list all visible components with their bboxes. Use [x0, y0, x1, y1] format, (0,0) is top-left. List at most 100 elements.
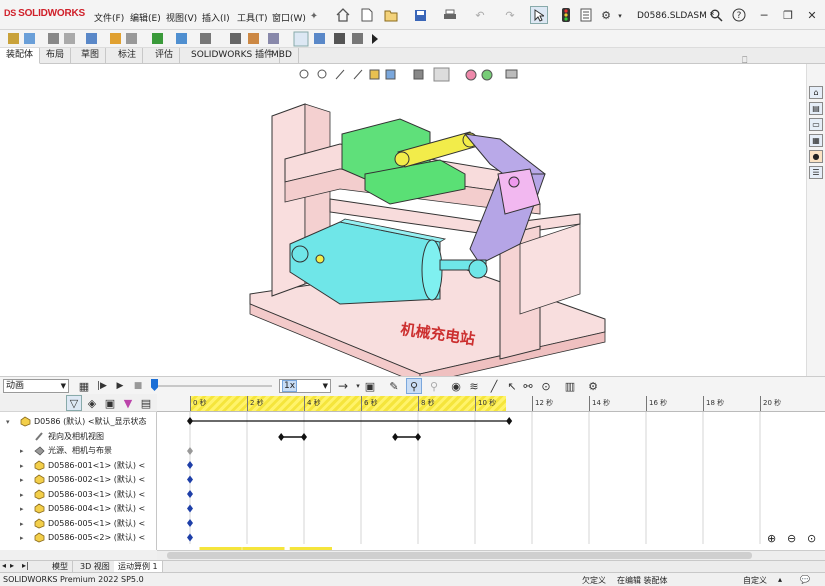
minimize-icon[interactable]: ─	[756, 7, 772, 23]
study-type-select[interactable]: 动画 ▼	[3, 379, 69, 393]
file-explorer-icon[interactable]: ▭	[809, 118, 823, 131]
appearances-icon[interactable]: ●	[809, 150, 823, 163]
spring-icon[interactable]: ≋	[466, 378, 482, 394]
filter-animated-icon[interactable]: ▽	[66, 395, 82, 411]
time-key[interactable]	[187, 417, 193, 425]
graphics-viewport[interactable]: ⎕ 机械充电站	[0, 56, 806, 376]
component-key[interactable]	[187, 475, 193, 484]
tab-scroll-right-icon[interactable]: ▸	[10, 561, 14, 570]
close-icon[interactable]: ✕	[804, 7, 820, 23]
chevron-up-icon[interactable]: ▴	[778, 575, 782, 584]
units-status[interactable]: 自定义	[743, 575, 767, 586]
new-document-icon[interactable]	[359, 7, 375, 23]
toolbar-icon-row[interactable]	[8, 31, 378, 47]
play-from-start-icon[interactable]: |▶	[94, 378, 110, 394]
add-key-icon[interactable]: ⚲	[426, 378, 442, 394]
motor-icon[interactable]: ◉	[448, 378, 464, 394]
tab-scroll-end-icon[interactable]: ▸|	[22, 561, 29, 570]
results-plot-icon[interactable]: ▥	[562, 378, 578, 394]
animation-wizard-icon[interactable]: ✎	[386, 378, 402, 394]
tree-expand-icon[interactable]: ▸	[20, 444, 24, 458]
timeline-tracks[interactable]	[157, 394, 825, 550]
tree-expand-icon[interactable]: ▸	[20, 502, 24, 516]
stop-icon[interactable]: ■	[130, 378, 146, 394]
tab-mbd[interactable]: MBD	[265, 48, 299, 64]
menu-view[interactable]: 视图(V)	[166, 11, 197, 24]
tree-item[interactable]: ▸ D0586-003<1> (默认) <	[0, 488, 157, 502]
resources-home-icon[interactable]: ⌂	[809, 86, 823, 99]
save-animation-icon[interactable]: ▣	[362, 378, 378, 394]
tree-item[interactable]: 视向及相机视图	[0, 430, 157, 444]
zoom-in-icon[interactable]: ⊕	[767, 532, 776, 545]
zoom-to-fit-icon[interactable]: ⊙	[807, 532, 816, 545]
tree-item[interactable]: ▸ D0586-004<1> (默认) <	[0, 502, 157, 516]
tree-item[interactable]: ▸ 光源、相机与布景	[0, 444, 157, 458]
menu-file[interactable]: 文件(F)	[94, 11, 124, 24]
tree-item[interactable]: ▸ D0586-005<1> (默认) <	[0, 517, 157, 531]
filter-results-icon[interactable]: ▼	[120, 395, 136, 411]
design-library-icon[interactable]: ▤	[809, 102, 823, 115]
search-icon[interactable]	[708, 7, 724, 23]
tree-expand-icon[interactable]: ▸	[20, 473, 24, 487]
filter-selected-icon[interactable]: ▣	[102, 395, 118, 411]
view-key[interactable]	[415, 433, 421, 441]
calculate-icon[interactable]: ▦	[76, 378, 92, 394]
timeline-area[interactable]: 0 秒2 秒4 秒6 秒8 秒 10 秒 12 秒 14 秒 16 秒 18 秒 20 秒 …	[157, 394, 825, 550]
damper-icon[interactable]: ╱	[486, 378, 502, 394]
lights-key[interactable]	[187, 447, 193, 455]
playback-slider-track[interactable]	[154, 385, 272, 387]
tree-expand-icon[interactable]: ▸	[20, 531, 24, 545]
menu-edit[interactable]: 编辑(E)	[130, 11, 161, 24]
restore-icon[interactable]: ❐	[780, 7, 796, 23]
pin-icon[interactable]: ✦	[306, 8, 322, 24]
tab-assembly[interactable]: 装配体	[0, 48, 41, 64]
open-folder-icon[interactable]	[383, 7, 399, 23]
scrollbar-thumb[interactable]	[167, 552, 752, 559]
component-key[interactable]	[187, 461, 193, 469]
tree-item[interactable]: ▸ D0586-005<2> (默认) <	[0, 531, 157, 545]
playback-mode-icon[interactable]: →	[335, 378, 351, 394]
time-key[interactable]	[506, 417, 513, 425]
filter-driving-icon[interactable]: ◈	[84, 395, 100, 411]
tree-expand-icon[interactable]: ▸	[20, 488, 24, 502]
assembly-model[interactable]: 机械充电站	[0, 64, 806, 376]
save-icon[interactable]	[412, 7, 428, 23]
view-key[interactable]	[392, 433, 399, 441]
solidworks-logo[interactable]: DS SOLIDWORKS	[4, 8, 85, 19]
expand-all-icon[interactable]: ▤	[138, 395, 154, 411]
study-properties-icon[interactable]: ⚙	[585, 378, 601, 394]
tab-layout[interactable]: 布局	[40, 48, 72, 64]
tab-markup[interactable]: 标注	[112, 48, 144, 64]
traffic-light-icon[interactable]	[558, 7, 574, 23]
tree-item[interactable]: ▾ D0586 (默认) <默认_显示状态	[0, 415, 157, 429]
tree-expand-icon[interactable]: ▸	[20, 459, 24, 473]
playback-slider-thumb[interactable]	[151, 379, 158, 391]
redo-icon[interactable]: ↷	[502, 7, 518, 23]
select-pointer-icon[interactable]	[530, 6, 548, 24]
force-icon[interactable]: ↖	[504, 378, 520, 394]
notification-icon[interactable]: 💬	[800, 575, 810, 584]
print-icon[interactable]	[442, 7, 458, 23]
tree-item[interactable]: ▸ D0586-002<1> (默认) <	[0, 473, 157, 487]
view-key[interactable]	[301, 433, 307, 441]
component-key[interactable]	[187, 504, 193, 513]
tab-evaluate[interactable]: 评估	[149, 48, 181, 64]
help-icon[interactable]: ?	[731, 7, 747, 23]
gravity-icon[interactable]: ⊙	[538, 378, 554, 394]
file-properties-icon[interactable]	[578, 7, 594, 23]
menu-insert[interactable]: 插入(I)	[202, 11, 230, 24]
play-icon[interactable]: ▶	[112, 378, 128, 394]
custom-properties-icon[interactable]: ☰	[809, 166, 823, 179]
playback-speed-select[interactable]: 1x ▼	[279, 379, 331, 393]
tree-expand-icon[interactable]: ▸	[20, 517, 24, 531]
component-key[interactable]	[187, 490, 193, 498]
autokey-icon[interactable]: ⚲	[406, 378, 422, 394]
chevron-down-icon[interactable]: ▾	[612, 8, 628, 24]
component-key[interactable]	[187, 533, 193, 542]
tree-item[interactable]: ▸ D0586-001<1> (默认) <	[0, 459, 157, 473]
zoom-out-icon[interactable]: ⊖	[787, 532, 796, 545]
tab-scroll-left-icon[interactable]: ◂	[2, 561, 6, 570]
component-key[interactable]	[187, 519, 193, 527]
tree-expand-icon[interactable]: ▾	[6, 415, 10, 429]
home-icon[interactable]	[335, 7, 351, 23]
